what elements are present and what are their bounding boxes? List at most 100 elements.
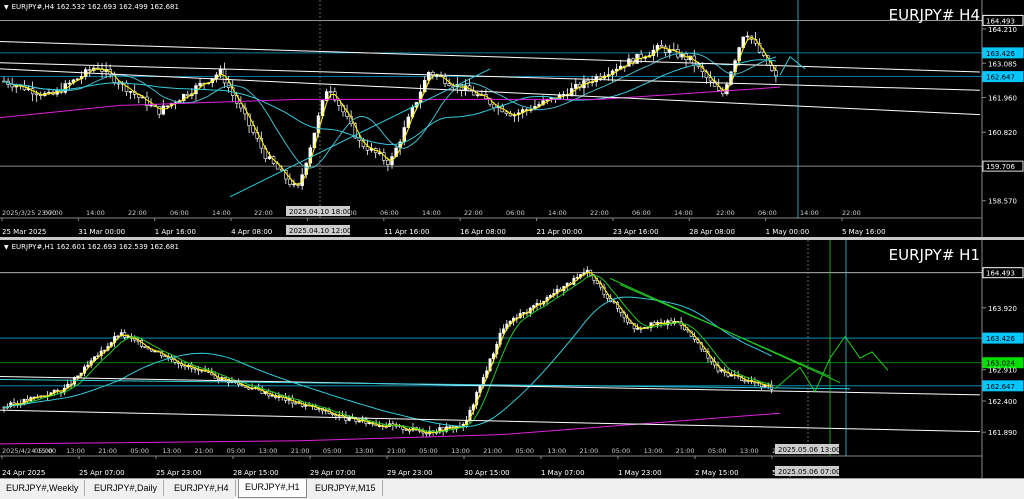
h1-inner-time-label: 21:00 [580,447,599,455]
h1-inner-time-label: 05:00 [515,447,534,455]
h4-price-label: 159.706 [986,163,1015,171]
h1-candle-body [719,369,723,372]
h4-candle-body [774,70,778,77]
h4-inner-time-label: 14:00 [800,209,819,217]
h1-candle-body [522,312,526,314]
h1-price-label: 162.647 [986,383,1015,391]
h1-price-chart[interactable]: 164.493163.920163.426163.024162.910162.6… [0,240,1024,478]
h4-time-label: 1 May 00:00 [766,228,810,236]
h1-candle-body [270,395,274,397]
h4-crosshair-label: 2025.04.10 12:00 [289,227,351,235]
dropdown-triangle-icon[interactable]: ▼ [4,4,9,11]
h4-candle-body [659,45,664,48]
h1-candle-body [770,384,774,390]
h4-inner-time-label: 06:00 [170,209,189,217]
h1-chart-window[interactable]: 164.493 163.920 163.426 163.024 162.910 162.6… [0,240,1024,478]
h4-candle-body [267,156,272,159]
h4-inner-time-label: 06:00 [506,209,525,217]
h4-candle-body [586,80,590,83]
h1-price-label: 162.400 [988,398,1017,406]
h4-inner-time-label: 14:00 [212,209,231,217]
h4-ohlc-text: EURJPY#,H4 162.532 162.693 162.499 162.6… [11,3,179,11]
tab-h4[interactable]: EURJPY#,H4 [168,480,236,496]
h1-time-label: 29 Apr 23:00 [387,469,433,477]
h1-inner-time-label: 13:00 [259,447,278,455]
h4-inner-time-label: 14:00 [674,209,693,217]
h1-price-label: 163.426 [986,335,1015,343]
h4-inner-time-label: 14:00 [548,209,567,217]
h1-candle-body [743,380,747,382]
h1-inner-time-label: 13:00 [644,447,663,455]
h4-time-label: 4 Apr 08:00 [231,228,272,236]
h1-crosshair-label: 2025.05.06 13:00 [778,446,840,454]
h1-candle-body [575,276,579,279]
h4-candle-body [504,111,509,114]
h4-candle-body [476,94,480,97]
h4-crosshair-label: 2025.04.10 18:00 [289,208,351,216]
h1-candle-body [143,346,147,348]
h4-candle-body [745,35,750,38]
h1-time-label: 1 May 23:00 [618,469,662,477]
h4-inner-time-label: 22:00 [128,209,147,217]
h1-inner-time-label: 13:00 [451,447,470,455]
tab-h1[interactable]: EURJPY#,H1 [238,479,307,498]
h1-big-title: EURJPY# H1 [888,246,980,264]
h4-inner-time-label: 22:00 [842,209,861,217]
h4-inner-time-label: 06:00 [758,209,777,217]
h1-candle-body [294,402,298,405]
h1-candle-body [76,375,80,378]
h1-candle-body [636,327,640,330]
h1-inner-time-label: 05:00 [227,447,246,455]
h4-big-title: EURJPY# H4 [888,6,980,24]
h4-inner-time-label: 14:00 [422,209,441,217]
h1-ohlc-text: EURJPY#,H1 162.601 162.693 162.539 162.6… [11,243,179,251]
h1-inner-time-label: 21:00 [98,447,117,455]
h4-candle-body [165,105,170,108]
h4-ma-cyan-line [3,59,776,146]
h1-price-label: 163.920 [988,305,1017,313]
h4-time-label: 21 Apr 00:00 [537,228,583,236]
h4-candle-body [198,82,202,86]
h1-candle-body [163,355,167,358]
h4-inner-time-label: 06:00 [632,209,651,217]
h4-candle-body [161,105,166,115]
h4-price-label: 163.426 [986,50,1015,58]
h4-price-label: 162.647 [986,74,1015,82]
h4-candle-body [365,146,370,151]
h1-time-label: 28 Apr 15:00 [233,469,279,477]
h4-time-label: 25 Mar 2025 [2,228,46,236]
h4-candle-body [696,64,701,67]
h4-inner-time-label: 22:00 [464,209,483,217]
h1-time-label: 29 Apr 07:00 [310,469,356,477]
tab-daily[interactable]: EURJPY#,Daily [88,480,165,496]
h1-price-label: 164.493 [986,270,1015,278]
h4-price-label: 163.085 [988,60,1017,68]
tab-weekly[interactable]: EURJPY#,Weekly [0,480,86,496]
h4-time-label: 23 Apr 16:00 [613,228,659,236]
h4-ma-magenta-line [0,86,781,119]
h4-price-chart[interactable]: 164.493164.210 163.426 163.085 162.647 161.9… [0,0,1024,237]
h1-candle-body [404,429,408,431]
dropdown-triangle-icon[interactable]: ▼ [4,244,9,251]
h4-ma-line [3,52,777,169]
h4-time-label: 5 May 16:00 [842,228,886,236]
h4-chart-window[interactable]: 164.493 164.210 163.426 163.085 162.647 161.9… [0,0,1024,237]
h1-candle-body [357,420,361,423]
h4-symbol-header: ▼ EURJPY#,H4 162.532 162.693 162.499 162.… [4,3,179,11]
h4-price-label: 164.210 [988,26,1017,34]
tab-m15[interactable]: EURJPY#,M15 [309,480,383,496]
h1-inner-time-label: 21:00 [387,447,406,455]
h1-zigzag-line [3,271,772,434]
h4-candle-body [128,91,133,93]
h4-inner-time-label: 06:00 [380,209,399,217]
h4-inner-time-label: 22:00 [590,209,609,217]
h4-candle-body [67,82,72,85]
h1-inner-time-label: 13:00 [162,447,181,455]
h1-candle-body [153,350,157,353]
h4-inner-time-label: 07:00 [44,209,63,217]
h1-candle-body [217,377,221,381]
h4-candle-body [186,94,190,96]
h4-time-label: 31 Mar 00:00 [78,228,125,236]
h1-inner-time-label: 13:00 [740,447,759,455]
h4-price-label: 161.960 [988,95,1017,103]
